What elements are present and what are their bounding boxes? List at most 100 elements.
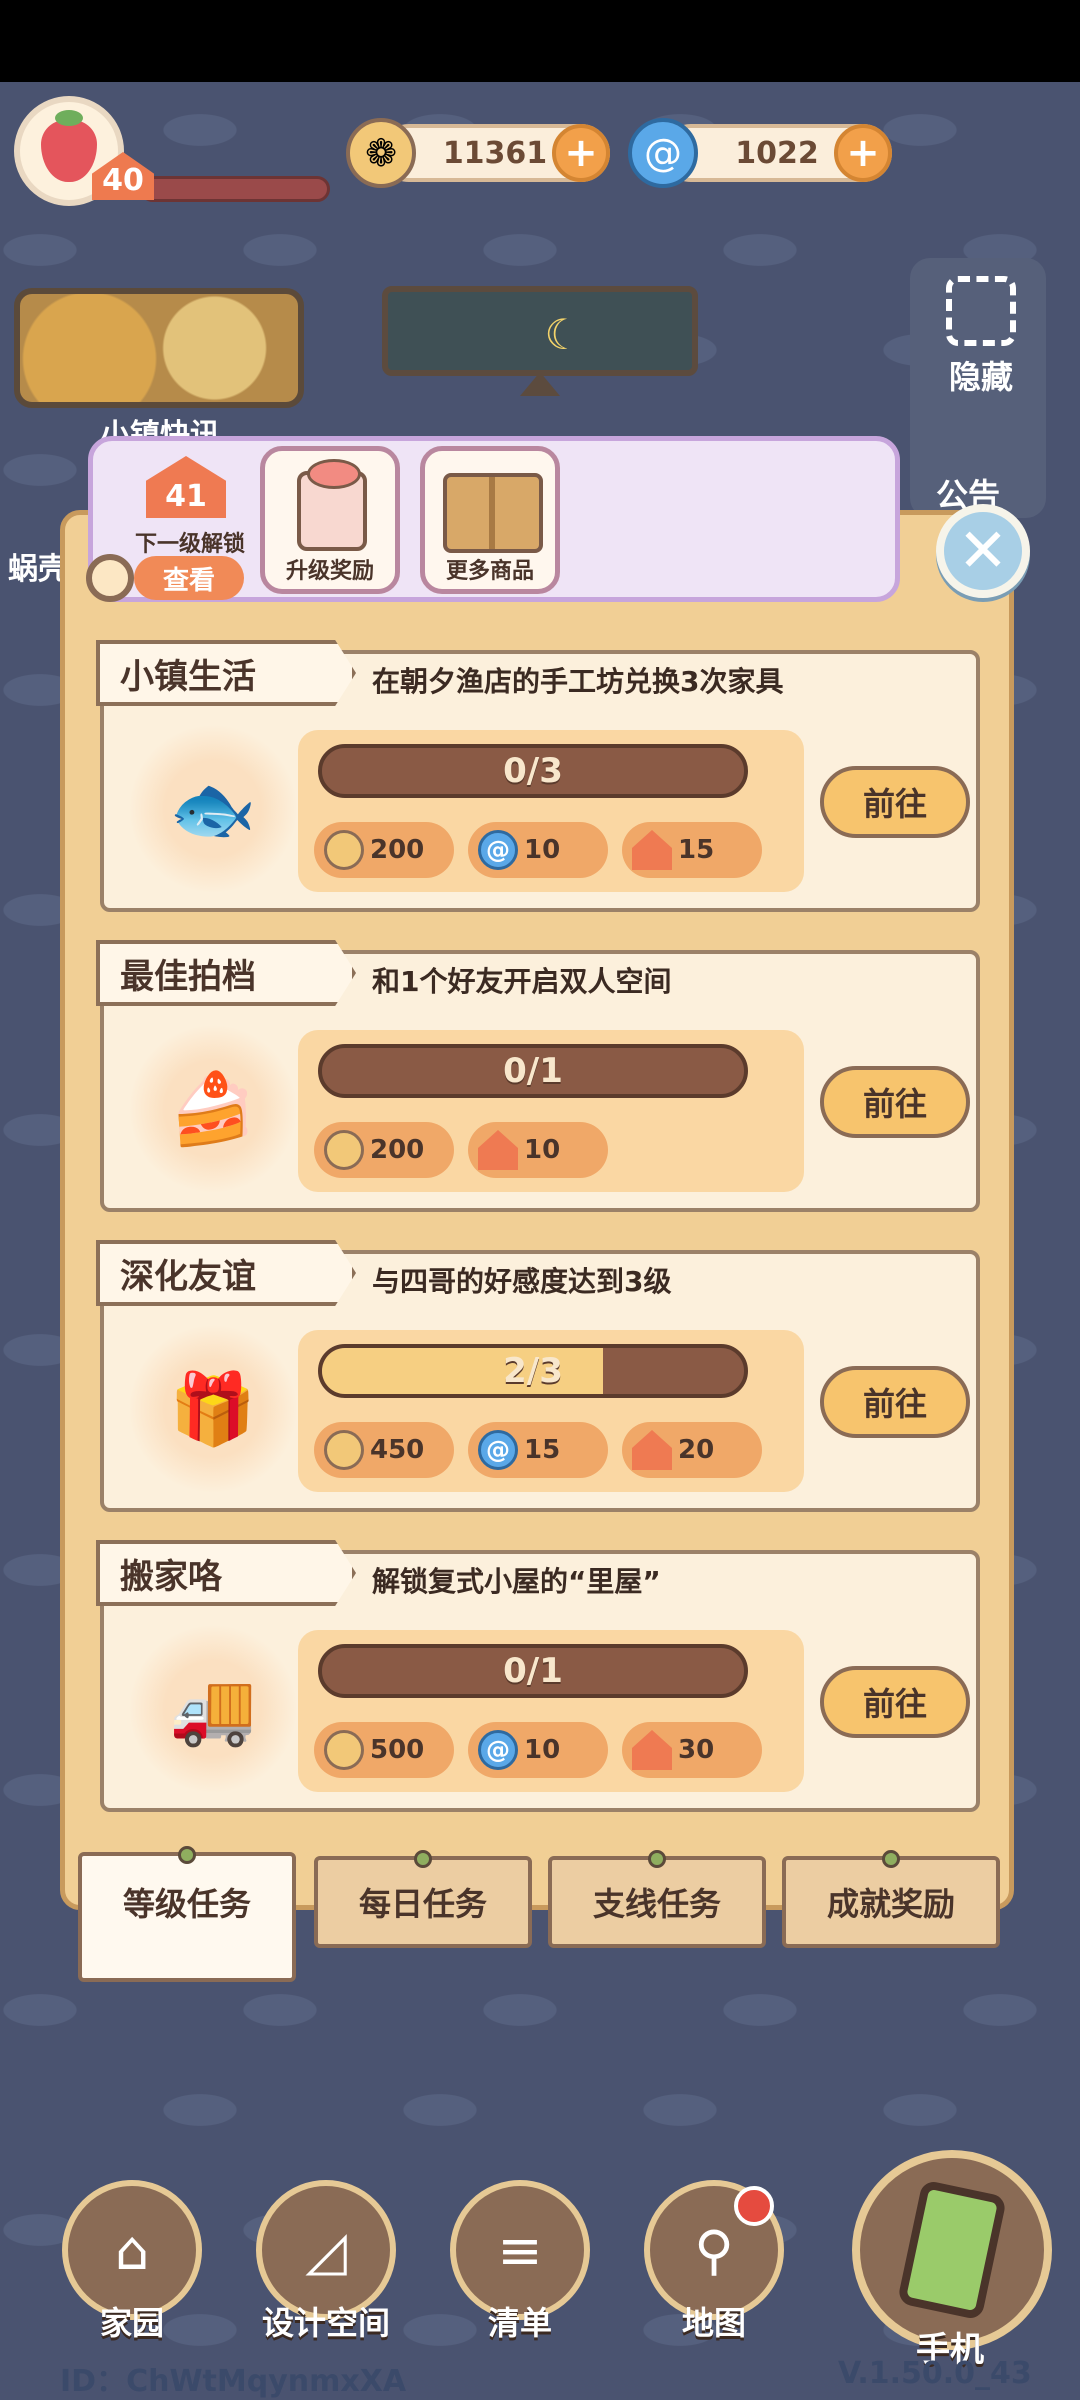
upgrade-reward-label: 升级奖励 <box>285 559 374 584</box>
coin-reward-amount: 200 <box>370 1135 425 1165</box>
next-level-badge: 41 <box>146 456 226 518</box>
task-title: 最佳拍档 <box>96 940 356 1006</box>
moving-truck-icon: 🚚 <box>128 1624 298 1794</box>
house-exp-icon <box>632 1730 672 1770</box>
gem-amount: 1022 <box>735 135 819 171</box>
coin-reward: 500 <box>314 1722 454 1778</box>
go-button[interactable]: 前往 <box>820 1366 970 1438</box>
swirl-gem-icon: @ <box>628 118 698 188</box>
tab-label: 等级任务 <box>122 1885 251 1923</box>
house-exp-icon <box>632 1430 672 1470</box>
moon-icon: ☾ <box>544 310 582 359</box>
status-bar <box>0 0 1080 82</box>
exp-reward: 20 <box>622 1422 762 1478</box>
view-button[interactable]: 查看 <box>134 556 244 600</box>
more-goods-label: 更多商品 <box>445 559 534 584</box>
user-id: ID：ChWtMqynmxXA <box>60 2364 407 2399</box>
task-description: 和1个好友开启双人空间 <box>372 965 672 998</box>
upgrade-reward-item[interactable]: 升级奖励 <box>260 446 400 594</box>
coin-icon <box>324 1730 364 1770</box>
day-night-indicator[interactable]: ☾ <box>382 286 698 376</box>
nav-list-label: 清单 <box>487 2304 552 2342</box>
house-exp-icon <box>478 1130 518 1170</box>
tab-achievement-rewards[interactable]: 成就奖励 <box>782 1850 1000 1948</box>
progress-text: 0/1 <box>503 1051 563 1091</box>
exp-reward: 10 <box>468 1122 608 1178</box>
task-title: 搬家咯 <box>96 1540 356 1606</box>
house-exp-icon <box>632 830 672 870</box>
close-button[interactable]: ✕ <box>936 504 1030 598</box>
house-icon: ⌂ <box>114 2218 150 2282</box>
go-button[interactable]: 前往 <box>820 1066 970 1138</box>
coin-reward-amount: 450 <box>370 1435 425 1465</box>
swirl-gem-icon: @ <box>478 1430 518 1470</box>
task-description: 与四哥的好感度达到3级 <box>372 1265 672 1298</box>
progress-text: 0/1 <box>503 1651 563 1691</box>
coin-amount: 11361 <box>442 135 548 171</box>
snail-label[interactable]: 蜗壳 <box>8 544 68 588</box>
pin-icon <box>178 1846 196 1864</box>
coin-icon <box>324 830 364 870</box>
ruler-icon: ◿ <box>305 2218 347 2282</box>
exp-reward-amount: 20 <box>678 1435 715 1465</box>
map-pin-icon: ⚲ <box>694 2218 734 2282</box>
fish-rod-icon: 🐟 <box>128 724 298 894</box>
cake-icon: 🍰 <box>128 1024 298 1194</box>
tab-side-tasks[interactable]: 支线任务 <box>548 1850 766 1948</box>
add-coins-button[interactable]: + <box>552 124 610 182</box>
exp-reward-amount: 10 <box>524 1135 561 1165</box>
nav-phone-button[interactable] <box>852 2150 1052 2350</box>
gem-reward-amount: 10 <box>524 835 561 865</box>
cardboard-box-icon <box>443 473 543 553</box>
nav-design-label: 设计空间 <box>261 2304 390 2342</box>
task-card: 小镇生活 在朝夕渔店的手工坊兑换3次家具 🐟 0/3 200 @10 15 前往 <box>96 640 980 912</box>
task-card: 最佳拍档 和1个好友开启双人空间 🍰 0/1 200 10 前往 <box>96 940 980 1212</box>
task-description: 解锁复式小屋的“里屋” <box>372 1565 661 1598</box>
task-progress-bar: 0/1 <box>318 1044 748 1098</box>
gift-box-icon <box>297 459 367 551</box>
phone-icon <box>896 2179 1008 2321</box>
add-gems-button[interactable]: + <box>834 124 892 182</box>
version-label: V.1.50.0_43 <box>838 2356 1032 2391</box>
next-unlock-label: 下一级解锁 <box>134 532 245 557</box>
pin-icon <box>882 1850 900 1868</box>
swirl-gem-icon: @ <box>478 830 518 870</box>
progress-text: 2/3 <box>503 1351 563 1391</box>
pin-icon <box>648 1850 666 1868</box>
more-goods-item[interactable]: 更多商品 <box>420 446 560 594</box>
go-button[interactable]: 前往 <box>820 1666 970 1738</box>
exp-reward: 30 <box>622 1722 762 1778</box>
hide-ui-button[interactable]: 隐藏 <box>926 276 1036 398</box>
strawberry-icon <box>41 110 97 182</box>
experience-bar <box>140 176 330 202</box>
tab-label: 每日任务 <box>358 1885 487 1923</box>
task-card: 搬家咯 解锁复式小屋的“里屋” 🚚 0/1 500 @10 30 前往 <box>96 1540 980 1812</box>
gem-reward: @10 <box>468 822 608 878</box>
task-progress-bar: 0/1 <box>318 1644 748 1698</box>
gem-reward: @15 <box>468 1422 608 1478</box>
coin-reward: 200 <box>314 822 454 878</box>
coin-icon <box>324 1430 364 1470</box>
fullscreen-icon <box>946 276 1016 346</box>
swirl-gem-icon: @ <box>478 1730 518 1770</box>
tab-label: 成就奖励 <box>826 1885 955 1923</box>
gem-reward: @10 <box>468 1722 608 1778</box>
nav-home-label: 家园 <box>99 2304 164 2342</box>
exp-reward: 15 <box>622 822 762 878</box>
task-description: 在朝夕渔店的手工坊兑换3次家具 <box>372 665 784 698</box>
go-button[interactable]: 前往 <box>820 766 970 838</box>
coin-reward-amount: 500 <box>370 1735 425 1765</box>
coin-reward: 200 <box>314 1122 454 1178</box>
tab-label: 支线任务 <box>592 1885 721 1923</box>
gem-reward-amount: 15 <box>524 1435 561 1465</box>
pointer-triangle <box>520 372 560 396</box>
pin-icon <box>414 1850 432 1868</box>
tab-daily-tasks[interactable]: 每日任务 <box>314 1850 532 1948</box>
coin-reward-amount: 200 <box>370 835 425 865</box>
progress-text: 0/3 <box>503 751 563 791</box>
tab-level-tasks[interactable]: 等级任务 <box>78 1846 296 1982</box>
gift-icon: 🎁 <box>128 1324 298 1494</box>
task-title: 小镇生活 <box>96 640 356 706</box>
town-news-card[interactable] <box>14 288 304 408</box>
exp-reward-amount: 30 <box>678 1735 715 1765</box>
